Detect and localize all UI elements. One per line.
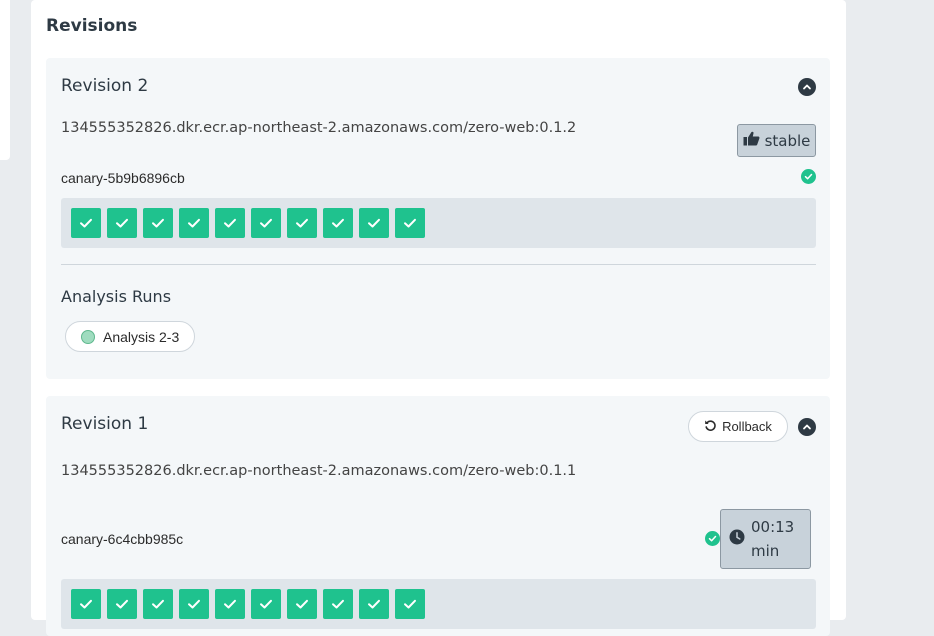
timer-unit: min <box>751 542 780 560</box>
thumbs-up-icon <box>743 131 760 150</box>
pod-list <box>71 589 425 619</box>
pod-status[interactable] <box>395 208 425 238</box>
pod-status[interactable] <box>359 208 389 238</box>
divider <box>61 264 816 265</box>
pod-status[interactable] <box>179 589 209 619</box>
check-icon <box>116 599 128 609</box>
check-icon <box>260 218 272 228</box>
pod-status[interactable] <box>287 208 317 238</box>
pod-status[interactable] <box>71 208 101 238</box>
check-icon <box>296 218 308 228</box>
replicaset-name: canary-5b9b6896cb <box>61 170 185 186</box>
pod-status[interactable] <box>215 589 245 619</box>
check-icon <box>80 599 92 609</box>
revisions-panel: Revisions Revision 2 134555352826.dkr.ec… <box>31 0 846 636</box>
chevron-up-icon[interactable] <box>798 418 816 436</box>
pod-status[interactable] <box>143 589 173 619</box>
pod-status[interactable] <box>107 208 137 238</box>
container-image: 134555352826.dkr.ecr.ap-northeast-2.amaz… <box>61 120 577 136</box>
pod-status[interactable] <box>287 589 317 619</box>
stable-badge: stable <box>737 124 816 157</box>
revision-title: Revision 1 <box>61 414 149 434</box>
clock-icon <box>729 529 745 550</box>
left-sidebar-edge <box>0 0 10 160</box>
check-circle-icon <box>705 531 720 546</box>
stable-label: stable <box>764 131 811 150</box>
check-icon <box>224 218 236 228</box>
check-icon <box>332 218 344 228</box>
check-icon <box>224 599 236 609</box>
check-icon <box>260 599 272 609</box>
pod-status[interactable] <box>71 589 101 619</box>
pods-bar <box>61 579 816 629</box>
rollback-button[interactable]: Rollback <box>688 411 788 442</box>
pod-status[interactable] <box>323 208 353 238</box>
chevron-up-icon[interactable] <box>798 78 816 96</box>
pod-status[interactable] <box>107 589 137 619</box>
pod-status[interactable] <box>251 208 281 238</box>
undo-icon <box>704 419 717 435</box>
rollback-label: Rollback <box>722 419 772 434</box>
pod-list <box>71 208 425 238</box>
status-dot <box>81 329 95 344</box>
check-icon <box>404 599 416 609</box>
container-image: 134555352826.dkr.ecr.ap-northeast-2.amaz… <box>61 463 577 479</box>
pod-status[interactable] <box>395 589 425 619</box>
panel-title: Revisions <box>46 16 138 36</box>
pod-status[interactable] <box>179 208 209 238</box>
check-icon <box>404 218 416 228</box>
check-icon <box>188 218 200 228</box>
analysis-run-label: Analysis 2-3 <box>103 328 180 345</box>
check-icon <box>116 218 128 228</box>
check-icon <box>368 218 380 228</box>
pod-status[interactable] <box>143 208 173 238</box>
analysis-runs-title: Analysis Runs <box>61 287 172 306</box>
check-icon <box>368 599 380 609</box>
pods-bar <box>61 198 816 248</box>
pod-status[interactable] <box>251 589 281 619</box>
timer-badge: 00:13 min <box>720 509 811 569</box>
pod-status[interactable] <box>359 589 389 619</box>
check-icon <box>152 218 164 228</box>
check-icon <box>152 599 164 609</box>
replicaset-name: canary-6c4cbb985c <box>61 531 184 547</box>
check-icon <box>80 218 92 228</box>
pod-status[interactable] <box>323 589 353 619</box>
check-icon <box>188 599 200 609</box>
revision-title: Revision 2 <box>61 76 149 96</box>
analysis-run-button[interactable]: Analysis 2-3 <box>65 321 195 352</box>
check-icon <box>296 599 308 609</box>
timer-text: 00:13 min <box>751 515 797 563</box>
timer-value: 00:13 <box>751 518 795 536</box>
revision-card: Revision 2 134555352826.dkr.ecr.ap-north… <box>46 58 830 379</box>
pod-status[interactable] <box>215 208 245 238</box>
check-circle-icon <box>801 169 816 184</box>
revision-card: Revision 1 Rollback 134555352826.dkr.ecr… <box>46 396 830 636</box>
check-icon <box>332 599 344 609</box>
